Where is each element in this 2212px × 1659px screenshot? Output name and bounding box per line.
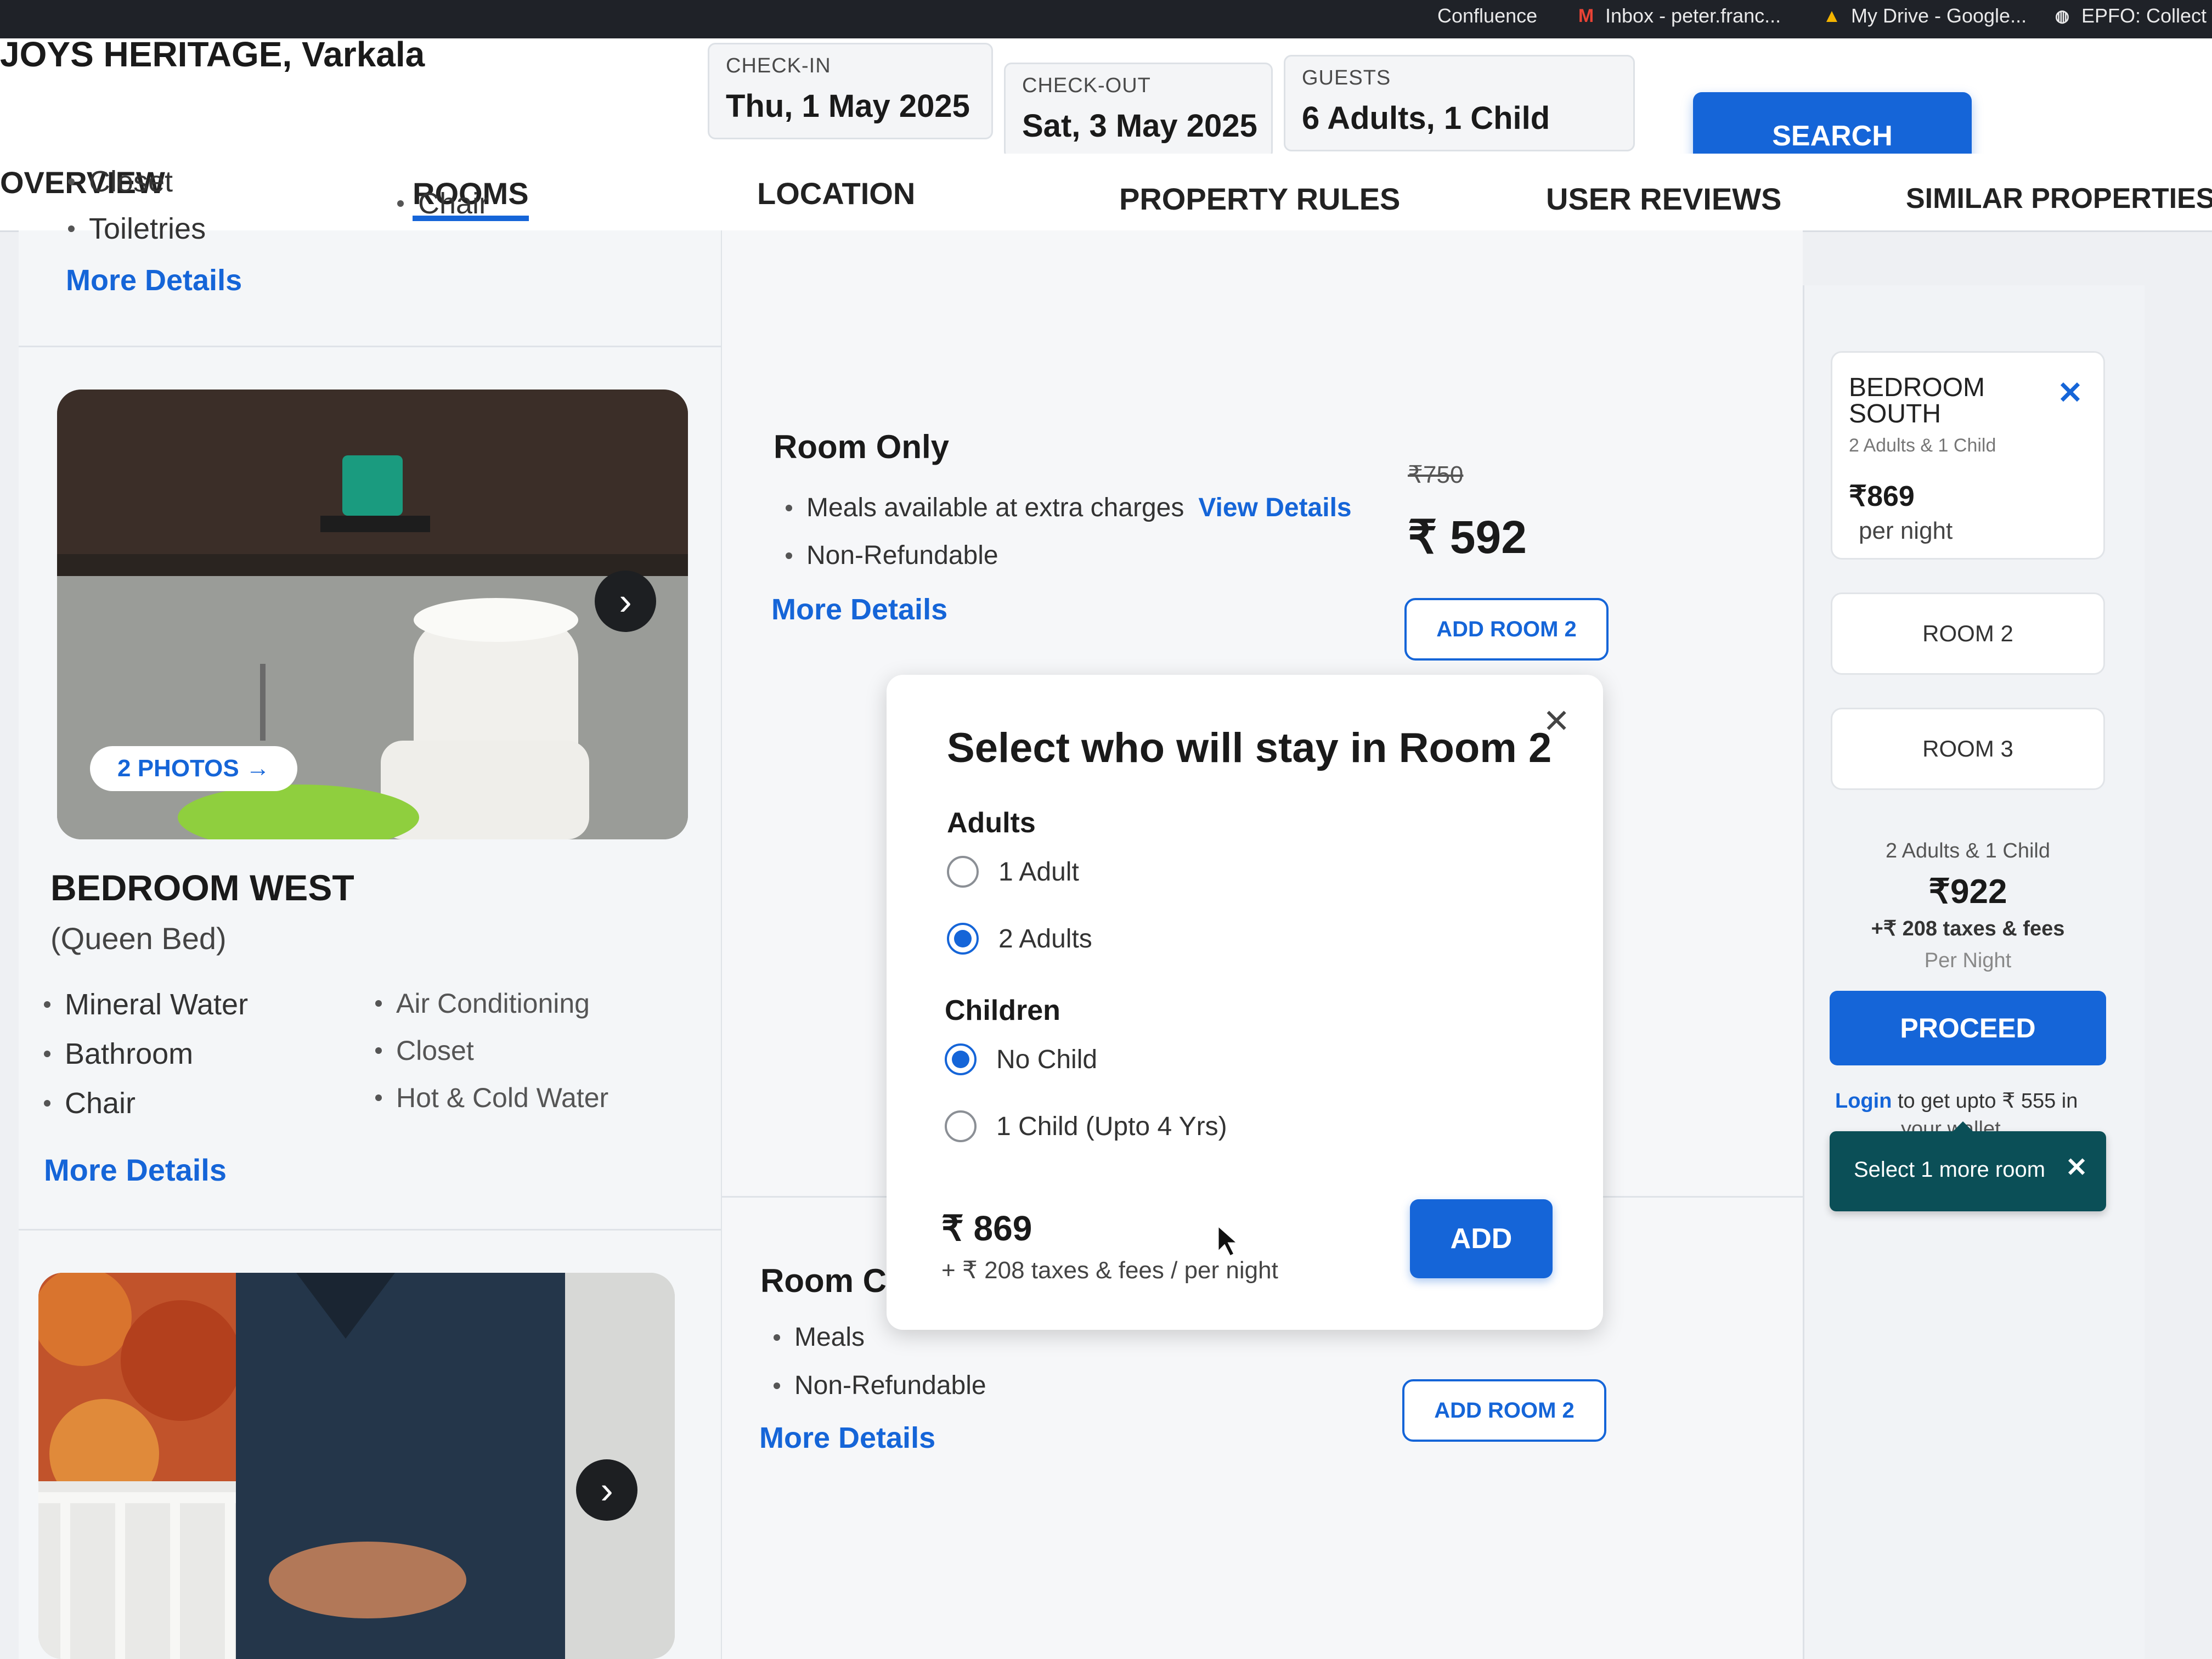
selected-room-name: BEDROOM SOUTH: [1849, 373, 1985, 428]
amenity-item: Toiletries: [68, 212, 206, 246]
summary-price: ₹922: [1928, 873, 2007, 911]
browser-bookmarks-bar: Confluence M Inbox - peter.franc... ▲ My…: [0, 0, 2212, 38]
radio-1-adult[interactable]: 1 Adult: [947, 856, 1079, 888]
amenity-item: Hot & Cold Water: [375, 1082, 608, 1114]
property-tabs: OVERVIEW ROOMS LOCATION PROPERTY RULES U…: [0, 154, 2212, 232]
more-details-link[interactable]: More Details: [759, 1421, 935, 1455]
room-photo-person[interactable]: ›: [38, 1273, 675, 1659]
bookmark-epfo[interactable]: ◍ EPFO: Collect C: [2052, 2, 2212, 30]
bookmark-my-drive[interactable]: ▲ My Drive - Google...: [1821, 2, 2027, 30]
radio-button: [947, 856, 979, 888]
summary-taxes: +₹ 208 taxes & fees: [1871, 917, 2065, 940]
room-divider: [19, 1229, 721, 1231]
proceed-button[interactable]: PROCEED: [1830, 991, 2106, 1065]
add-room-button[interactable]: ADD ROOM 2: [1404, 598, 1609, 661]
room-divider: [19, 346, 721, 347]
search-header: JOYS HERITAGE, Varkala CHECK-IN Thu, 1 M…: [0, 35, 2212, 180]
add-button[interactable]: ADD: [1410, 1199, 1553, 1278]
plan-feature: Meals available at extra charges View De…: [786, 493, 1352, 523]
google-drive-icon: ▲: [1822, 5, 1841, 26]
amenity-item: Bathroom: [44, 1037, 193, 1071]
plan-feature: Non-Refundable: [774, 1370, 986, 1401]
view-details-link[interactable]: View Details: [1198, 493, 1351, 523]
plan-feature: Meals: [774, 1322, 865, 1352]
tab-location[interactable]: LOCATION: [757, 176, 915, 211]
guests-label: GUESTS: [1302, 66, 1391, 89]
toast-close-icon[interactable]: ✕: [2066, 1152, 2087, 1183]
guests-value: 6 Adults, 1 Child: [1302, 100, 1550, 136]
selected-room-card: BEDROOM SOUTH ✕ 2 Adults & 1 Child ₹869 …: [1831, 351, 2105, 560]
room-3-slot[interactable]: ROOM 3: [1831, 708, 2105, 790]
booking-summary-column: BEDROOM SOUTH ✕ 2 Adults & 1 Child ₹869 …: [1803, 285, 2145, 1659]
room-info-column: Closet Toiletries Chair More Details › 2…: [19, 165, 723, 1659]
amenity-item: Closet: [68, 165, 173, 199]
select-more-room-toast: Select 1 more room ✕: [1830, 1121, 2106, 1211]
original-price: ₹750: [1408, 461, 1464, 488]
bed-type: (Queen Bed): [50, 921, 227, 956]
radio-1-child[interactable]: 1 Child (Upto 4 Yrs): [945, 1110, 1227, 1142]
photos-count-button[interactable]: 2 PHOTOS →: [90, 746, 297, 791]
hotel-name: JOYS HERITAGE, Varkala: [0, 35, 425, 74]
more-details-link[interactable]: More Details: [44, 1152, 227, 1188]
login-link[interactable]: Login: [1835, 1090, 1892, 1113]
amenity-item: Chair: [44, 1086, 136, 1120]
more-details-link[interactable]: More Details: [66, 263, 242, 297]
bookmark-confluence[interactable]: Confluence: [1437, 2, 1537, 30]
gmail-icon: M: [1578, 5, 1594, 26]
summary-guests: 2 Adults & 1 Child: [1886, 839, 2050, 862]
amenity-item: Mineral Water: [44, 988, 248, 1022]
selected-room-price: ₹869: [1849, 481, 1915, 512]
radio-no-child[interactable]: No Child: [945, 1043, 1097, 1075]
adults-label: Adults: [947, 807, 1036, 839]
radio-button-selected: [945, 1043, 977, 1075]
toast-text: Select 1 more room: [1854, 1158, 2046, 1182]
next-photo-arrow-icon[interactable]: ›: [595, 571, 656, 632]
checkout-label: CHECK-OUT: [1022, 74, 1151, 97]
tab-similar-properties[interactable]: SIMILAR PROPERTIES: [1906, 182, 2212, 215]
plan-feature: Non-Refundable: [786, 540, 998, 571]
remove-room-close-icon[interactable]: ✕: [2057, 375, 2083, 411]
room-photo-image: [38, 1273, 675, 1659]
radio-2-adults[interactable]: 2 Adults: [947, 923, 1092, 955]
radio-button: [945, 1110, 977, 1142]
amenity-item: Closet: [375, 1035, 474, 1066]
discounted-price: ₹ 592: [1408, 511, 1527, 563]
summary-per-night: Per Night: [1924, 949, 2012, 972]
checkin-field[interactable]: CHECK-IN Thu, 1 May 2025: [708, 43, 993, 139]
popup-title: Select who will stay in Room 2: [947, 725, 1552, 771]
plan-title: Room Only: [774, 428, 950, 465]
tab-user-reviews[interactable]: USER REVIEWS: [1546, 181, 1781, 217]
toast-pointer: [1953, 1121, 1973, 1131]
room-name: BEDROOM WEST: [50, 867, 354, 908]
plan-title: Room C: [760, 1262, 887, 1299]
mouse-cursor-icon: [1217, 1223, 1240, 1258]
bookmark-inbox[interactable]: M Inbox - peter.franc...: [1576, 2, 1781, 30]
next-photo-arrow-icon[interactable]: ›: [576, 1459, 637, 1521]
room-2-slot[interactable]: ROOM 2: [1831, 592, 2105, 675]
selected-room-per: per night: [1859, 517, 1953, 544]
guests-field[interactable]: GUESTS 6 Adults, 1 Child: [1284, 55, 1635, 151]
amenity-item: Chair: [397, 187, 489, 221]
selected-room-guests: 2 Adults & 1 Child: [1849, 435, 1996, 456]
checkout-field[interactable]: CHECK-OUT Sat, 3 May 2025: [1004, 63, 1273, 159]
room-guest-popup: ✕ Select who will stay in Room 2 Adults …: [887, 675, 1603, 1330]
radio-button-selected: [947, 923, 979, 955]
globe-icon: ◍: [2055, 7, 2070, 25]
popup-price: ₹ 869: [941, 1209, 1032, 1248]
checkin-value: Thu, 1 May 2025: [726, 88, 970, 124]
amenity-item: Air Conditioning: [375, 988, 590, 1019]
arrow-right-icon: →: [245, 755, 270, 782]
more-details-link[interactable]: More Details: [771, 592, 947, 627]
add-room-button[interactable]: ADD ROOM 2: [1402, 1379, 1606, 1442]
checkin-label: CHECK-IN: [726, 54, 831, 77]
popup-taxes: + ₹ 208 taxes & fees / per night: [941, 1257, 1278, 1284]
room-photo-bathroom[interactable]: › 2 PHOTOS →: [57, 390, 688, 839]
checkout-value: Sat, 3 May 2025: [1022, 108, 1257, 144]
tab-property-rules[interactable]: PROPERTY RULES: [1119, 181, 1400, 217]
children-label: Children: [945, 995, 1060, 1026]
